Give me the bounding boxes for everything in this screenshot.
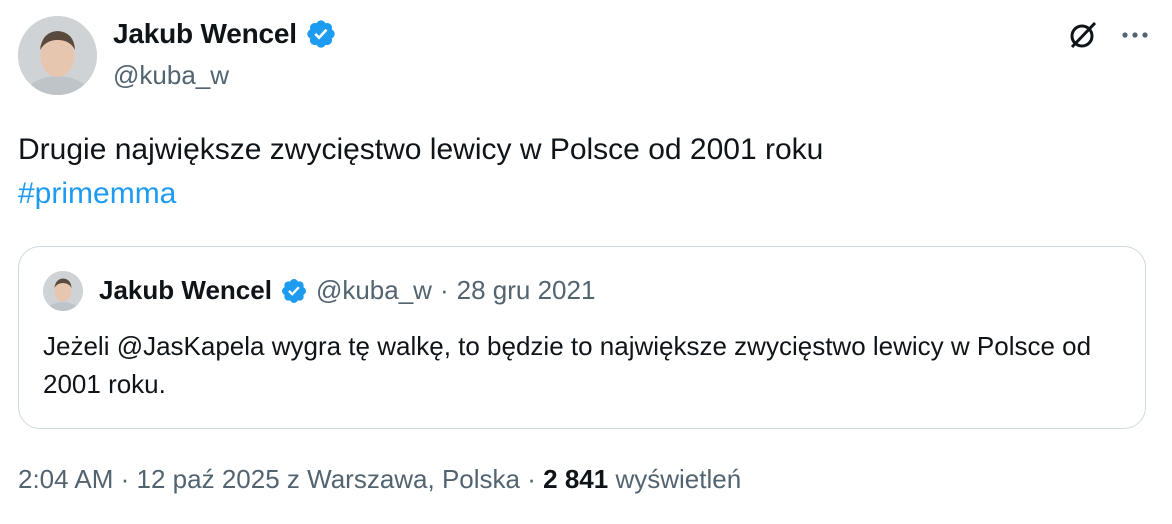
quoted-author-avatar[interactable]	[43, 271, 83, 311]
quoted-tweet[interactable]: Jakub Wencel @kuba_w · 28 gru 2021 Jeżel…	[18, 246, 1146, 429]
author-handle[interactable]: @kuba_w	[113, 60, 229, 91]
tweet-date[interactable]: 12 paź 2025	[137, 464, 280, 494]
tweet-location: z Warszawa, Polska	[286, 464, 521, 494]
quoted-handle[interactable]: @kuba_w	[316, 275, 432, 306]
views-label: wyświetleń	[615, 464, 742, 494]
separator-dot: ·	[527, 464, 544, 494]
tweet-body: Drugie największe zwycięstwo lewicy w Po…	[18, 133, 824, 166]
more-icon[interactable]	[1118, 18, 1152, 52]
hashtag-link[interactable]: #primemma	[18, 172, 1148, 216]
quoted-header: Jakub Wencel @kuba_w · 28 gru 2021	[99, 275, 595, 306]
quoted-author-name[interactable]: Jakub Wencel	[99, 275, 272, 306]
author-name[interactable]: Jakub Wencel	[113, 18, 297, 50]
separator-dot: ·	[120, 464, 137, 494]
tweet-text: Drugie największe zwycięstwo lewicy w Po…	[18, 128, 1148, 216]
verified-badge-icon[interactable]	[280, 277, 308, 305]
quoted-date[interactable]: 28 gru 2021	[457, 275, 596, 306]
verified-badge-icon[interactable]	[305, 18, 337, 50]
views-count: 2 841	[543, 464, 609, 494]
tweet-actions	[1066, 18, 1152, 52]
quoted-text: Jeżeli @JasKapela wygra tę walkę, to będ…	[43, 331, 1092, 399]
author-avatar[interactable]	[18, 16, 97, 95]
tweet-time[interactable]: 2:04 AM	[18, 464, 113, 494]
grok-icon[interactable]	[1066, 18, 1100, 52]
separator-dot: ·	[439, 275, 449, 305]
author-name-row[interactable]: Jakub Wencel	[113, 18, 337, 50]
tweet-footer: 2:04 AM · 12 paź 2025 z Warszawa, Polska…	[18, 464, 741, 495]
